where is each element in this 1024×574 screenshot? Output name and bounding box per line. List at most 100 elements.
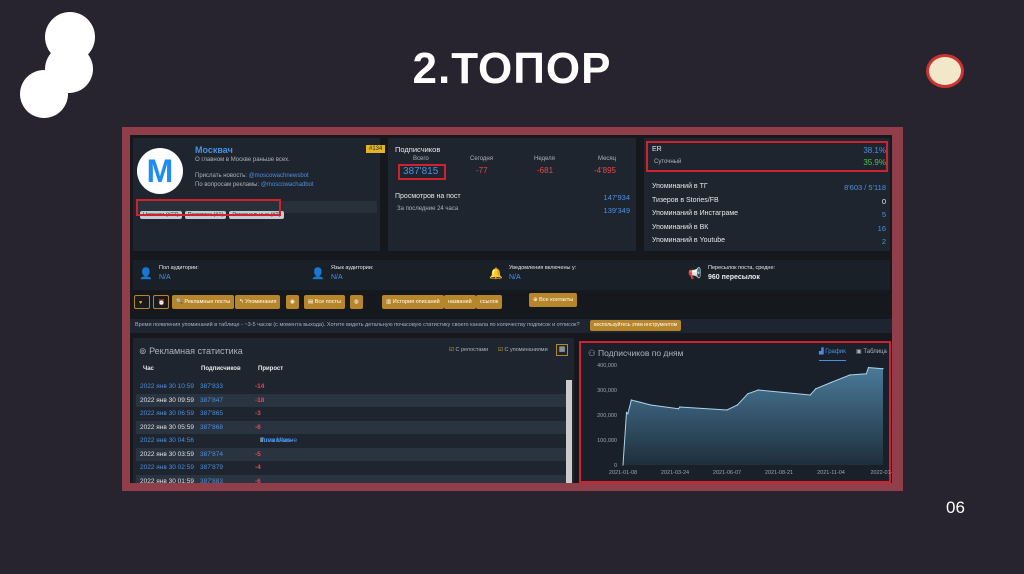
audience-icon: 📢 [688,268,702,280]
er-panel: ER 38.1% Суточный 35.9% Упоминаний в ТГ 8… [644,138,890,251]
mentions-checkbox[interactable]: ☑ С упоминаниями [498,347,548,353]
audience-label: Уведомления включены у: [509,265,577,271]
row-time[interactable]: 2022 янв 30 06:59 [140,407,194,421]
month-label: Месяц [598,156,617,162]
data-point [882,368,884,370]
row-time: 2022 янв 30 03:59 [140,450,194,458]
emblem-logo [926,54,964,88]
highlight-box [136,199,281,216]
y-tick-label: 0 [614,463,617,469]
audience-icon: 👤 [311,268,325,280]
contacts-button[interactable]: ⊕ Все контакты [529,293,578,307]
row-subscribers: 387'865 [200,410,223,417]
highlight-box [398,164,446,180]
notice-bar: Время появления упоминаний в таблице - ~… [130,319,892,333]
row-time[interactable]: 2022 янв 30 10:59 [140,380,194,394]
mention-value: 0 [881,196,886,206]
x-tick-label: 2021-03-24 [661,470,689,476]
data-point [747,393,749,395]
views-label: Просмотров на пост [395,193,461,200]
row-subscribers: 387'833 [200,383,223,390]
data-point [677,408,680,410]
table-row: 2022 янв 30 05:59 387'868 -6 [136,420,566,434]
ads-link[interactable]: @moscowachadbot [261,182,314,188]
x-tick-label: 2021-06-07 [713,470,741,476]
alarm-button[interactable]: ⏰ [153,295,169,309]
highlight-box [646,141,888,172]
channel-name[interactable]: Москвач [195,145,233,155]
row-subscribers: 387'879 [200,464,223,471]
slide-title: 2.ТОПОР [412,44,612,93]
channel-avatar: M [137,148,183,194]
header-growth: Прирост [258,366,284,372]
y-tick-label: 200,000 [597,413,617,419]
mention-value: 2 [881,237,886,246]
row-subscribers: 387'868 [200,423,223,431]
scrollbar[interactable] [566,380,572,483]
links-button[interactable]: ссылок [476,295,503,309]
mentions-button[interactable]: ↰ Упоминания [235,295,281,309]
today-label: Сегодня [470,156,493,162]
row-subscribers: 387'847 [200,396,223,404]
er-daily-label: Суточный [654,159,682,165]
row-time: 2022 янв 30 01:59 [140,477,194,484]
data-point [865,373,867,375]
data-point [809,394,811,396]
row-growth: -18 [255,396,265,404]
notice-text: Время появления упоминаний в таблице - ~… [135,322,580,328]
audience-bar: 👤 Пол аудитории: N/A 👤 Язык аудитории: N/A 🔔 Ув… [133,260,890,290]
history-button[interactable]: ▥ История описаний [382,295,444,309]
row-time[interactable]: 2022 янв 30 02:59 [140,461,194,475]
last24-value: 139'349 [603,206,630,215]
mentions-cb-label: С упоминаниями [504,347,548,353]
data-point [867,366,870,369]
row-growth: -6 [255,423,261,431]
month-value: -4'895 [594,166,616,175]
row-mention: Упоминание в Tuva Ulus - 2'355 пдп. (~52… [260,434,307,483]
table-row: 2022 янв 30 02:59 387'879 -4 [136,461,566,475]
export-button[interactable]: ▦ [556,344,568,356]
subscribers-title: Подписчиков [395,145,441,154]
audience-value: N/A [331,274,343,281]
last24-label: За последние 24 часа [397,206,459,212]
mention-label: Упоминаний в Инстаграме [652,210,739,217]
table-row: 2022 янв 30 03:59 387'874 -5 [136,447,566,461]
ad-stats-title: Рекламная статистика [149,346,243,356]
row-growth: -3 [255,410,261,417]
table-row: 2022 янв 30 09:59 387'847 -18 [136,393,566,407]
mention-label: Упоминаний в Youtube [652,237,726,244]
ad-posts-button[interactable]: 🔍 Рекламные посты [172,295,235,309]
reposts-checkbox[interactable]: ☑ С репостами [449,347,488,353]
mention-label: Упоминаний в ТГ [652,183,708,190]
audience-value: 960 пересылок [708,274,760,281]
audience-value: N/A [509,274,521,281]
ad-stats-icon: ⊚ [139,346,147,356]
row-subscribers: 387'883 [200,477,223,484]
send-news-link[interactable]: @moscowachnewsbot [249,173,309,179]
data-point [830,381,832,384]
rank-badge: #134 [366,145,386,153]
ad-posts-label: Рекламные посты [184,299,231,305]
row-time[interactable]: 2022 янв 30 04:56 [140,434,194,448]
names-button[interactable]: названий [444,295,476,309]
header-subscribers: Подписчиков [201,366,241,372]
send-news-label: Прислать новость: [195,173,247,179]
y-tick-label: 300,000 [597,388,617,394]
data-point [815,388,817,390]
notice-button[interactable]: воспользуйтесь этим инструментом [590,320,682,331]
data-point [726,409,728,411]
x-tick-label: 2021-01-08 [609,470,637,476]
telemetr-screenshot: M Москвач О главном в Москве раньше всех… [130,135,892,483]
er-value: 38.1% [863,146,886,155]
favorite-button[interactable]: ♥ [134,295,150,309]
audience-label: Пол аудитории: [159,265,199,271]
eye-button[interactable]: ◉ [286,295,299,309]
audience-icon: 👤 [139,268,153,280]
data-point [736,404,738,406]
er-daily-value: 35.9% [863,158,886,167]
data-point [630,399,632,401]
lock-button[interactable]: ◍ [350,295,363,309]
all-posts-button[interactable]: ▤ Все посты [304,295,345,309]
total-label: Всего [413,156,429,162]
x-tick-label: 2022-01-1 [870,470,892,476]
